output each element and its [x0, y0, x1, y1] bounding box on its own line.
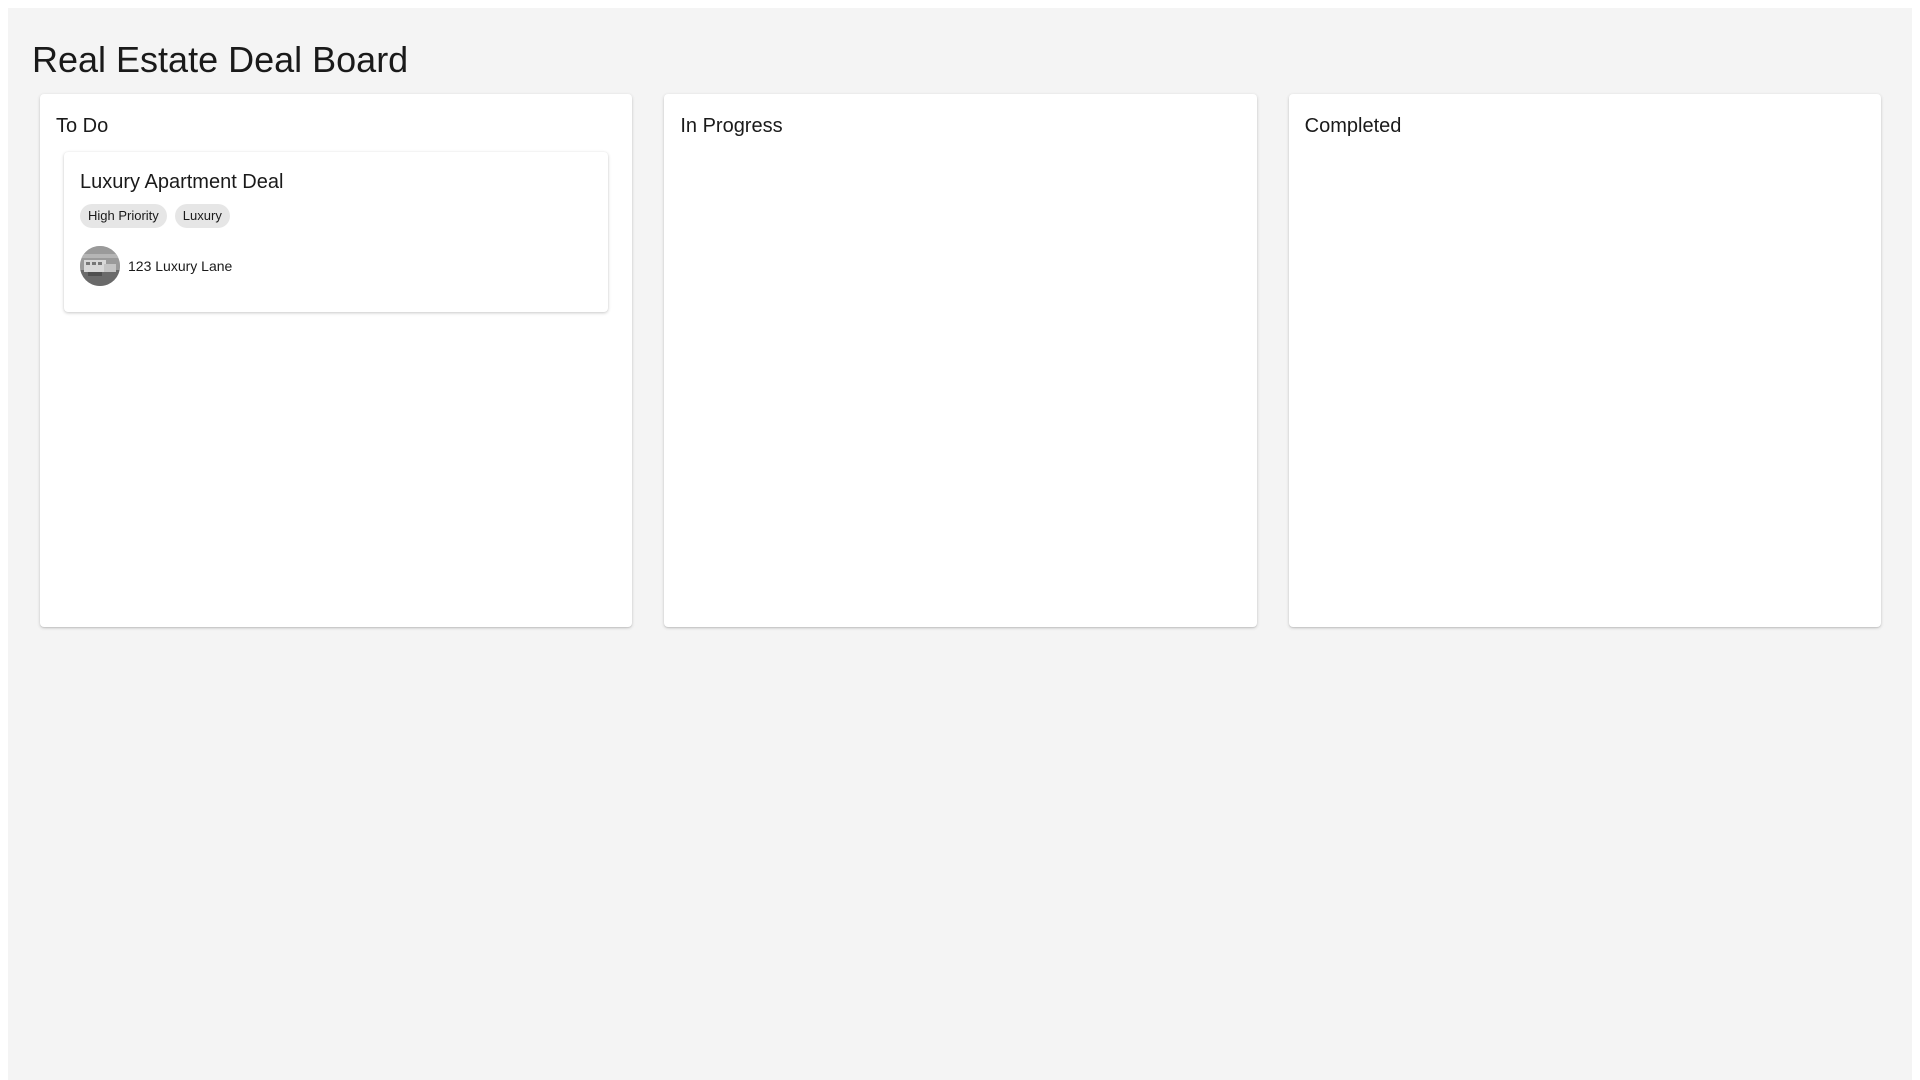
- property-address: 123 Luxury Lane: [128, 258, 233, 274]
- kanban-board: To Do Luxury Apartment Deal High Priorit…: [40, 94, 1881, 627]
- building-photo-icon: [80, 246, 120, 286]
- column-in-progress[interactable]: In Progress: [664, 94, 1257, 627]
- property-info: 123 Luxury Lane: [80, 246, 592, 286]
- column-title: Completed: [1304, 115, 1402, 137]
- page-title: Real Estate Deal Board: [32, 39, 409, 80]
- deal-card-title: Luxury Apartment Deal: [80, 171, 284, 193]
- column-to-do[interactable]: To Do Luxury Apartment Deal High Priorit…: [40, 94, 633, 627]
- deal-card-tags: High Priority Luxury: [80, 204, 592, 228]
- tag-chip: High Priority: [80, 204, 167, 228]
- tag-chip: Luxury: [174, 204, 230, 228]
- column-completed[interactable]: Completed: [1288, 94, 1881, 627]
- property-photo-avatar: [80, 246, 120, 286]
- column-title: In Progress: [680, 115, 783, 137]
- app-root: Real Estate Deal Board To Do Luxury Apar…: [8, 8, 1912, 1080]
- column-title: To Do: [56, 115, 109, 137]
- deal-card[interactable]: Luxury Apartment Deal High Priority Luxu…: [64, 152, 609, 312]
